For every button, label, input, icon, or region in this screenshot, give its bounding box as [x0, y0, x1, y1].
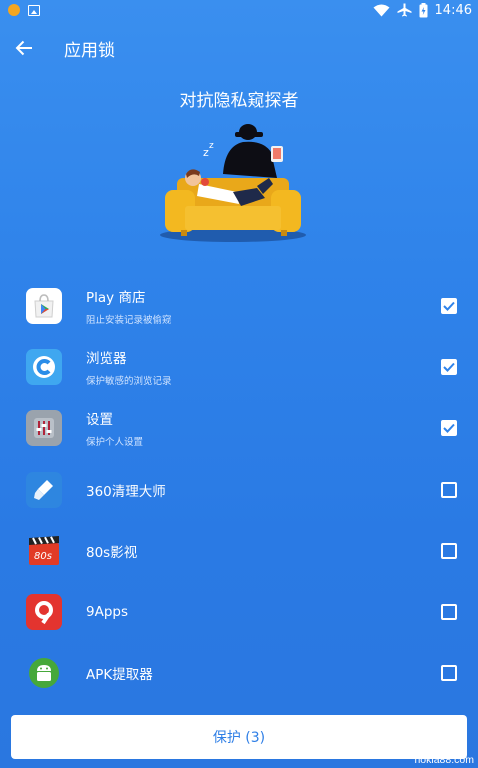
page-title: 应用锁	[64, 40, 115, 61]
app-checkbox[interactable]	[441, 481, 457, 498]
svg-text:z: z	[209, 141, 214, 151]
settings-icon	[26, 410, 62, 447]
app-list: Play 商店 阻止安装记录被偷窥 浏览器 保护敏感的浏览记录 设置 保护个人设…	[0, 275, 478, 704]
watermark: nokia88.com	[414, 754, 474, 766]
app-description: 阻止安装记录被偷窥	[86, 314, 172, 326]
app-checkbox[interactable]	[441, 604, 457, 621]
app-checkbox[interactable]	[441, 665, 457, 682]
list-item[interactable]: 设置 保护个人设置	[0, 398, 478, 459]
app-name: 80s影视	[86, 544, 138, 561]
wifi-icon	[373, 4, 390, 16]
app-bar: 应用锁	[0, 20, 478, 76]
svg-text:80s: 80s	[34, 551, 52, 562]
android-icon	[26, 655, 62, 691]
checkmark-icon	[443, 362, 455, 372]
protect-button[interactable]: 保护 (3)	[11, 715, 467, 759]
checkmark-icon	[443, 424, 455, 434]
browser-icon	[26, 348, 62, 385]
privacy-illustration: z z	[160, 124, 306, 242]
app-name: 浏览器	[86, 350, 127, 367]
headline: 对抗隐私窥探者	[179, 91, 299, 111]
list-item[interactable]: Play 商店 阻止安装记录被偷窥	[0, 275, 478, 336]
80s-video-icon: 80s	[26, 533, 62, 569]
app-name: Play 商店	[86, 289, 146, 306]
list-item[interactable]: 360清理大师	[0, 459, 478, 520]
app-checkbox[interactable]	[441, 358, 457, 375]
image-icon	[28, 4, 40, 16]
app-description: 保护个人设置	[86, 437, 144, 449]
list-item[interactable]: 80s 80s影视	[0, 520, 478, 581]
app-checkbox[interactable]	[441, 297, 457, 314]
app-checkbox[interactable]	[441, 420, 457, 437]
360-clean-icon	[26, 471, 62, 508]
app-description: 保护敏感的浏览记录	[86, 375, 172, 387]
status-bar: 14:46	[0, 0, 478, 20]
notification-icon	[8, 4, 20, 16]
play-store-icon	[26, 287, 62, 324]
checkmark-icon	[443, 301, 455, 311]
arrow-left-icon	[15, 40, 32, 56]
list-item[interactable]: 浏览器 保护敏感的浏览记录	[0, 336, 478, 397]
airplane-icon	[397, 3, 412, 17]
9apps-icon	[26, 594, 62, 631]
battery-icon	[419, 2, 428, 17]
app-name: APK提取器	[86, 667, 153, 684]
app-checkbox[interactable]	[441, 542, 457, 559]
app-name: 9Apps	[86, 604, 128, 621]
back-button[interactable]	[0, 24, 48, 72]
app-name: 设置	[86, 412, 113, 429]
list-item[interactable]: APK提取器	[0, 643, 478, 704]
app-name: 360清理大师	[86, 483, 166, 500]
status-time: 14:46	[434, 2, 472, 18]
list-item[interactable]: 9Apps	[0, 581, 478, 642]
